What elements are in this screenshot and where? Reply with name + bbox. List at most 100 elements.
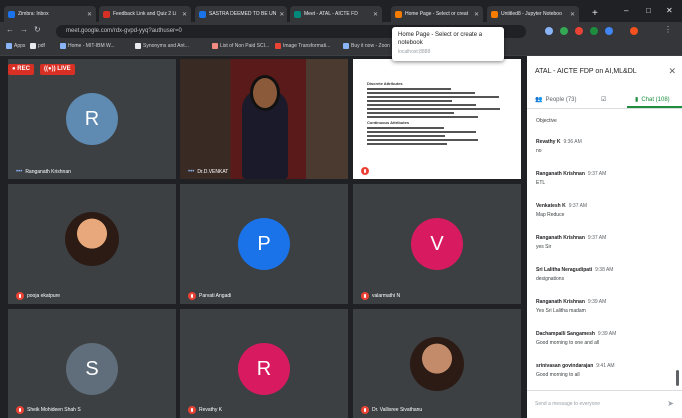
tab-title: Untitled8 - Jupyter Noteboo [501, 11, 562, 17]
video-feed [250, 75, 280, 111]
participant-name-row: Revathy K [188, 406, 222, 414]
chat-message: Objective [536, 115, 676, 124]
browser-tab[interactable]: Meet - ATAL - AICTE FD ✕ [290, 6, 382, 22]
participant-tile[interactable]: Dr. Vallisree Sivathanu [353, 309, 521, 418]
tab-favicon-icon [294, 10, 301, 18]
bookmark-label: Synonyms and Ant... [143, 43, 189, 49]
tab-close-icon[interactable]: ✕ [471, 11, 479, 18]
message-time: 9:37 AM [587, 235, 607, 241]
slide-text-line [367, 92, 475, 94]
back-icon[interactable]: ← [6, 25, 14, 34]
participant-tile[interactable]: ••• Dr.D.VENKAT [180, 59, 348, 179]
slide-text-line [367, 139, 478, 141]
new-tab-button[interactable]: + [592, 8, 598, 19]
chat-message: Ranganath Krishnan 9:39 AM Yes Sri Lalitha… [536, 299, 676, 314]
browser-tab[interactable]: Zimbra: Inbox ✕ [4, 6, 96, 22]
participant-name-row [361, 167, 372, 175]
checklist-icon[interactable]: ☑ [601, 96, 606, 103]
tab-close-icon[interactable]: ✕ [276, 11, 284, 18]
extension-icon[interactable] [575, 27, 583, 35]
participant-tile[interactable]: P Parvati Angadi [180, 184, 348, 304]
participant-tile[interactable]: pooja ekatpure [8, 184, 176, 304]
message-time: 9:37 AM [568, 203, 588, 209]
extension-icon[interactable] [545, 27, 553, 35]
participant-tile[interactable]: R ••• Ranganath Krishnan [8, 59, 176, 179]
extension-icon[interactable] [590, 27, 598, 35]
message-text: Map Reduce [536, 212, 565, 218]
browser-tab[interactable]: SASTRA DEEMED TO BE UN ✕ [195, 6, 287, 22]
message-text: no [536, 148, 542, 154]
message-time: 9:38 AM [595, 267, 614, 273]
people-icon: 👥 [535, 97, 543, 103]
message-time: 9:37 AM [587, 171, 607, 177]
bookmark-item[interactable]: pdf [30, 43, 45, 49]
avatar: S [66, 343, 118, 395]
slide-text-line [367, 96, 499, 98]
send-icon[interactable]: ➤ [667, 399, 674, 408]
participant-name: Sheik Mohideen Shah S [27, 407, 81, 413]
close-icon[interactable]: ✕ [668, 66, 676, 77]
slide-text-line [367, 116, 478, 118]
live-icon: ((●)) [44, 66, 58, 72]
message-text: Yes Sri Lalitha madam [536, 308, 586, 314]
bookmark-item[interactable]: Buy it now - Zoon [343, 43, 390, 49]
bookmark-label: Apps [14, 43, 26, 49]
bookmark-item[interactable]: Home - MIT-IBM W... [60, 43, 115, 49]
participant-name-row: Sheik Mohideen Shah S [16, 406, 81, 414]
bookmark-item[interactable]: List of Non Paid SCI... [212, 43, 269, 49]
divider [527, 390, 682, 391]
message-sender: Ranganath Krishnan [536, 171, 585, 177]
chat-message: Revathy K 9:36 AM no [536, 139, 676, 154]
tab-close-icon[interactable]: ✕ [179, 11, 187, 18]
tab-close-icon[interactable]: ✕ [84, 11, 92, 18]
message-sender: Venkatesh K [536, 203, 566, 209]
message-input[interactable]: Send a message to everyone [535, 401, 600, 407]
slide-text-line [367, 88, 451, 90]
bookmark-label: Home - MIT-IBM W... [68, 43, 115, 49]
participant-name-row: ••• Ranganath Krishnan [16, 169, 71, 175]
minimize-icon[interactable]: – [624, 6, 628, 15]
chat-message: Sri Lalitha Neragudipati 9:38 AM designati… [536, 267, 676, 282]
message-time: 9:39 AM [587, 299, 607, 305]
message-sender-row: Sri Lalitha Neragudipati 9:38 AM [536, 267, 676, 273]
participant-tile[interactable]: Vvalarmathi N [353, 184, 521, 304]
browser-tab[interactable]: Home Page - Select or creat ✕ [391, 6, 483, 22]
extension-icon[interactable] [605, 27, 613, 35]
scrollbar[interactable] [676, 370, 679, 386]
slide-text-line [367, 131, 477, 133]
shared-slide: Discrete Attributes Continuous Attributes [367, 81, 507, 147]
chat-tab-label: Chat (108) [641, 96, 670, 103]
profile-avatar[interactable] [630, 27, 638, 35]
close-window-icon[interactable]: ✕ [666, 6, 673, 15]
menu-icon[interactable]: ⋮ [664, 25, 672, 34]
people-tab-label: People (73) [545, 96, 577, 103]
rec-label: REC [17, 66, 30, 72]
tab-chat[interactable]: ▮ Chat (108) [635, 96, 670, 104]
bookmark-item[interactable]: Synonyms and Ant... [135, 43, 189, 49]
participant-name: pooja ekatpure [27, 293, 61, 299]
bookmark-item[interactable]: Apps [6, 43, 25, 49]
mic-off-icon [16, 406, 24, 414]
reload-icon[interactable]: ↻ [34, 25, 41, 34]
bookmark-label: Buy it now - Zoon [351, 43, 390, 49]
participant-tile[interactable]: R Revathy K [180, 309, 348, 418]
bookmark-item[interactable]: Image Transformati... [275, 43, 330, 49]
tooltip-url: localhost:8888 [398, 49, 431, 55]
participant-name-row: ••• Dr.D.VENKAT [188, 169, 228, 175]
browser-tab[interactable]: Feedback Link and Quiz 2 Li ✕ [99, 6, 191, 22]
avatar: V [411, 218, 463, 270]
message-text: Objective [536, 118, 557, 124]
bookmark-icon [60, 43, 66, 49]
participant-tile[interactable]: Discrete Attributes Continuous Attributes [353, 59, 521, 179]
tab-people[interactable]: 👥 People (73) [535, 96, 577, 104]
participant-tile[interactable]: S Sheik Mohideen Shah S [8, 309, 176, 418]
participant-name-row: Dr. Vallisree Sivathanu [361, 406, 422, 414]
forward-icon[interactable]: → [20, 25, 28, 34]
browser-tab[interactable]: Untitled8 - Jupyter Noteboo ✕ [487, 6, 579, 22]
tab-close-icon[interactable]: ✕ [567, 11, 575, 18]
message-text: yes Sir [536, 244, 552, 250]
extension-icon[interactable] [560, 27, 568, 35]
maximize-icon[interactable]: □ [646, 6, 651, 15]
tab-title: SASTRA DEEMED TO BE UN [209, 11, 277, 17]
tab-close-icon[interactable]: ✕ [370, 11, 378, 18]
